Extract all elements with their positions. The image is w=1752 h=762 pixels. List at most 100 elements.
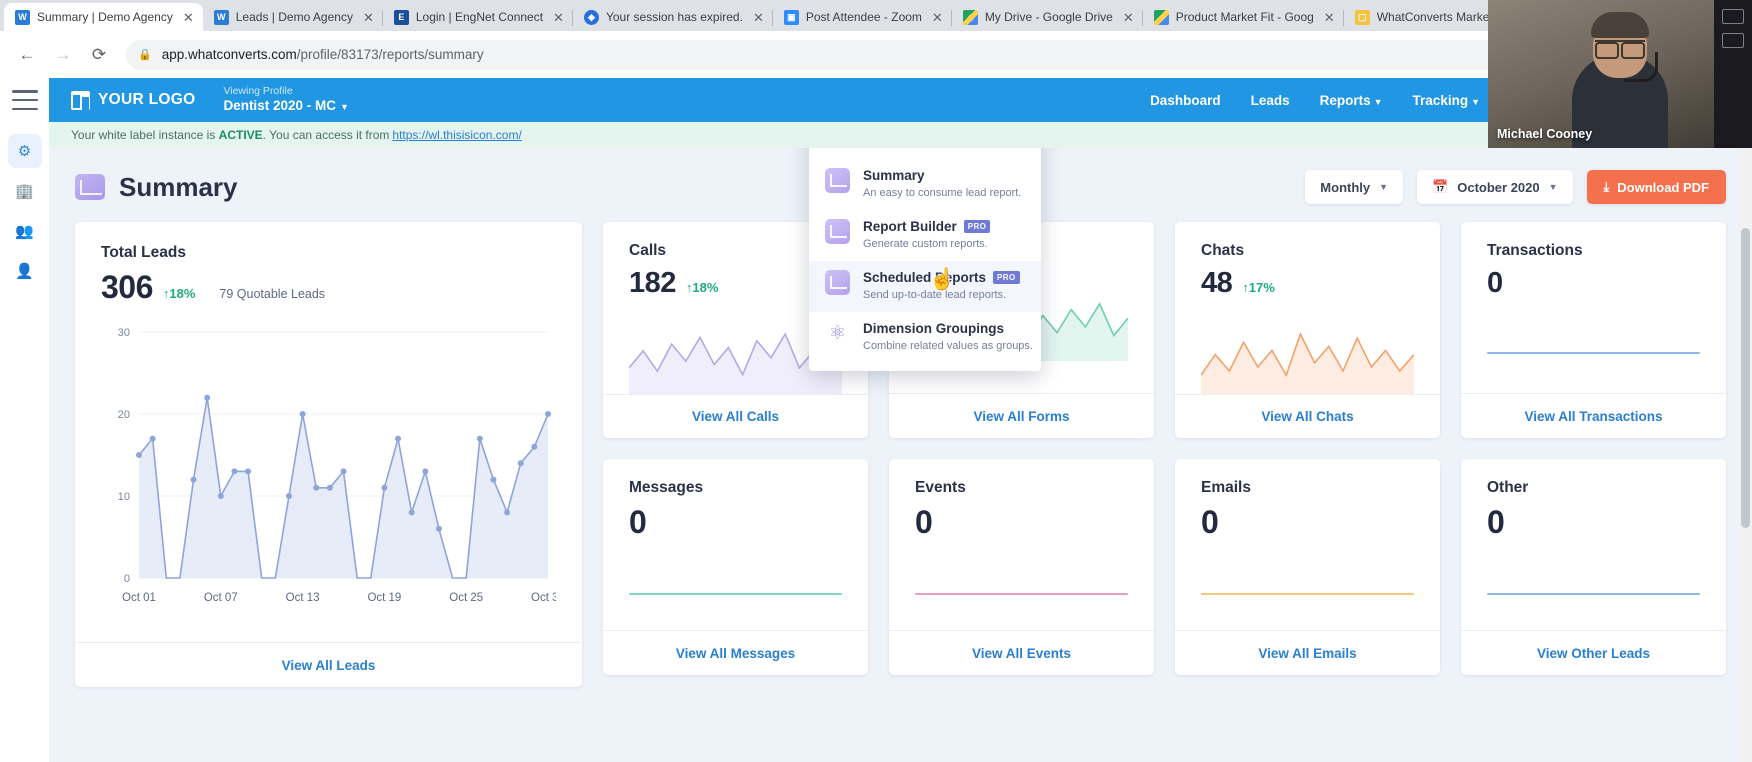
close-icon[interactable]: ✕ xyxy=(550,9,567,26)
menu-item-report-library[interactable]: Report Library See what marketing bring … xyxy=(809,148,1041,159)
banner-text-before: Your white label instance is xyxy=(71,128,216,142)
yellow-icon: ▢ xyxy=(1354,9,1370,25)
browser-tab[interactable]: My Drive - Google Drive ✕ xyxy=(952,3,1143,31)
browser-tab[interactable]: ▢ WhatConverts Marketi xyxy=(1344,3,1502,31)
report-builder-icon xyxy=(825,219,850,244)
close-icon[interactable]: ✕ xyxy=(750,9,767,26)
chats-card: Chats 48 ↑17% View All Chats xyxy=(1175,222,1440,438)
metric-value: 182 xyxy=(629,267,676,299)
close-icon[interactable]: ✕ xyxy=(1120,9,1137,26)
menu-item-scheduled-reports[interactable]: Scheduled Reports PRO Send up-to-date lea… xyxy=(809,261,1041,312)
view-all-messages-link[interactable]: View All Messages xyxy=(603,630,868,675)
browser-tab[interactable]: E Login | EngNet Connect ✕ xyxy=(383,3,574,31)
svg-text:Oct 25: Oct 25 xyxy=(449,592,483,604)
menu-item-title: Report Builder PRO xyxy=(863,219,991,234)
browser-tab[interactable]: ◈ Your session has expired. ✕ xyxy=(573,3,773,31)
metric-delta: ↑17% xyxy=(1242,280,1275,295)
metric-row: 0 xyxy=(1201,504,1414,541)
page-scrollbar[interactable] xyxy=(1739,78,1752,762)
transactions-card: Transactions 0 View All Transactions xyxy=(1461,222,1726,438)
period-filter-dropdown[interactable]: Monthly ▼ xyxy=(1305,170,1404,204)
menu-item-description: An easy to consume lead report. xyxy=(863,187,1022,199)
hamburger-icon[interactable] xyxy=(11,90,38,110)
close-icon[interactable]: ✕ xyxy=(929,9,946,26)
people-icon[interactable]: 👥 xyxy=(8,214,42,248)
menu-item-report-builder[interactable]: Report Builder PRO Generate custom report… xyxy=(809,210,1041,261)
lock-icon: 🔒 xyxy=(138,49,152,61)
card-label: Other xyxy=(1487,479,1529,496)
messages-flat-line xyxy=(629,593,842,595)
back-button[interactable]: ← xyxy=(12,40,42,70)
banner-link[interactable]: https://wl.thisisicon.com/ xyxy=(392,128,521,142)
card-body: Events 0 xyxy=(889,459,1154,630)
nav-item-dashboard[interactable]: Dashboard xyxy=(1150,93,1221,108)
period-filter-value: Monthly xyxy=(1320,179,1371,195)
scrollbar-thumb[interactable] xyxy=(1741,228,1750,528)
settings-gear-icon[interactable]: ⚙ xyxy=(7,134,42,168)
reload-button[interactable]: ⟳ xyxy=(84,40,114,70)
view-all-calls-link[interactable]: View All Calls xyxy=(603,394,868,438)
svg-text:Oct 13: Oct 13 xyxy=(286,592,320,604)
quotable-leads-note: 79 Quotable Leads xyxy=(219,287,326,301)
metric-row: 0 xyxy=(915,504,1128,541)
page-toolbar: Monthly ▼ 📅 October 2020 ▼ ⤓ Download PD… xyxy=(1305,170,1726,204)
download-pdf-button[interactable]: ⤓ Download PDF xyxy=(1586,170,1726,204)
browser-tab[interactable]: ▣ Post Attendee - Zoom ✕ xyxy=(773,3,952,31)
metric-row: 48 ↑17% xyxy=(1201,267,1414,300)
total-leads-column: Total Leads 306 ↑18% 79 Quotable Leads 0… xyxy=(75,222,582,687)
download-pdf-label: Download PDF xyxy=(1617,179,1709,195)
user-icon[interactable]: 👤 xyxy=(8,254,42,288)
address-bar[interactable]: 🔒 app.whatconverts.com/profile/83173/rep… xyxy=(126,39,1653,70)
view-all-chats-link[interactable]: View All Chats xyxy=(1175,394,1440,438)
card-body: Emails 0 xyxy=(1175,459,1440,630)
card-body: Chats 48 ↑17% xyxy=(1175,222,1440,394)
menu-item-summary[interactable]: Summary An easy to consume lead report. xyxy=(809,159,1041,210)
nav-item-tracking[interactable]: Tracking ▼ xyxy=(1413,93,1480,108)
building-logo-icon xyxy=(71,90,90,110)
card-label: Messages xyxy=(629,479,704,496)
svg-text:30: 30 xyxy=(118,327,130,339)
metric-value: 306 xyxy=(101,269,153,305)
nav-item-reports[interactable]: Reports ▼ xyxy=(1320,93,1383,108)
close-icon[interactable]: ✕ xyxy=(360,9,377,26)
browser-tab[interactable]: W Leads | Demo Agency ✕ xyxy=(203,3,383,31)
menu-item-dimension-groupings[interactable]: Dimension Groupings Combine related valu… xyxy=(809,312,1041,363)
card-body: Total Leads 306 ↑18% 79 Quotable Leads 0… xyxy=(75,222,582,642)
date-filter-dropdown[interactable]: 📅 October 2020 ▼ xyxy=(1417,170,1573,204)
brand-logo[interactable]: YOUR LOGO xyxy=(71,90,196,110)
forward-button[interactable]: → xyxy=(48,40,78,70)
tab-title: My Drive - Google Drive xyxy=(984,10,1113,24)
nav-item-leads[interactable]: Leads xyxy=(1251,93,1290,108)
menu-item-title: Summary xyxy=(863,168,925,183)
close-icon[interactable]: ✕ xyxy=(1321,9,1338,26)
view-all-transactions-link[interactable]: View All Transactions xyxy=(1461,393,1726,438)
view-all-events-link[interactable]: View All Events xyxy=(889,630,1154,675)
metric-row: 0 xyxy=(629,504,842,541)
drive-icon xyxy=(1153,9,1169,25)
other-flat-line xyxy=(1487,593,1700,595)
stat-card-row-bottom: Messages 0 View All Messages Events 0 Vi… xyxy=(603,459,1726,675)
view-other-leads-link[interactable]: View Other Leads xyxy=(1461,630,1726,675)
view-all-forms-link[interactable]: View All Forms xyxy=(889,393,1154,438)
profile-switcher[interactable]: Viewing Profile Dentist 2020 - MC ▼ xyxy=(223,85,348,115)
scheduled-reports-icon xyxy=(825,270,850,295)
browser-tab[interactable]: W Summary | Demo Agency ✕ xyxy=(4,3,203,31)
left-rail: ⚙ 🏢 👥 👤 xyxy=(0,78,49,762)
card-label: Total Leads xyxy=(101,244,186,261)
browser-tab[interactable]: Product Market Fit - Goog ✕ xyxy=(1143,3,1344,31)
close-icon[interactable]: ✕ xyxy=(180,9,197,26)
view-all-emails-link[interactable]: View All Emails xyxy=(1175,630,1440,675)
app-main: YOUR LOGO Viewing Profile Dentist 2020 -… xyxy=(49,78,1752,762)
reports-dropdown-menu: Report Library See what marketing bring … xyxy=(809,148,1041,371)
webcam-sidebar xyxy=(1714,0,1752,148)
messages-card: Messages 0 View All Messages xyxy=(603,459,868,675)
tab-title: Summary | Demo Agency xyxy=(37,10,173,24)
view-all-leads-link[interactable]: View All Leads xyxy=(75,642,582,687)
presenter-hair xyxy=(1591,12,1649,38)
card-body: Messages 0 xyxy=(603,459,868,630)
emails-flat-line xyxy=(1201,593,1414,595)
svg-text:Oct 31: Oct 31 xyxy=(531,592,556,604)
logo-text: YOUR LOGO xyxy=(98,91,196,108)
dimension-groupings-icon xyxy=(825,321,850,346)
building-icon[interactable]: 🏢 xyxy=(8,174,42,208)
